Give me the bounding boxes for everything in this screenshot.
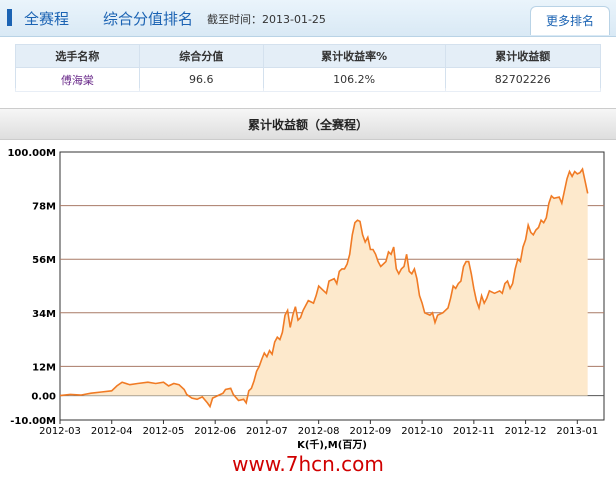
profit-chart: -10.00M0.0012M34M56M78M100.00M2012-03 201… — [7, 148, 605, 451]
x-tick-label: 2012-10 — [401, 426, 443, 437]
x-tick-label: 2013-01 — [556, 426, 598, 437]
x-tick-label: 2012-03 — [39, 426, 81, 437]
x-tick-label: 2012-08 — [298, 426, 340, 437]
y-tick-label: 12M — [32, 362, 56, 373]
x-tick-label: 2012-05 — [143, 426, 185, 437]
y-tick-label: 78M — [32, 202, 56, 213]
x-tick-label: 2012-12 — [505, 426, 547, 437]
x-axis-label: K(千),M(百万) — [297, 438, 367, 451]
x-tick-label: 2012-11 — [453, 426, 495, 437]
x-tick-label: 2012-09 — [349, 426, 391, 437]
y-tick-label: 56M — [32, 255, 56, 266]
y-tick-label: 100.00M — [7, 148, 56, 159]
y-tick-label: 0.00 — [31, 392, 56, 403]
x-tick-label: 2012-07 — [246, 426, 288, 437]
x-tick-label: 2012-04 — [91, 426, 133, 437]
x-tick-label: 2012-06 — [194, 426, 236, 437]
watermark-text: www.7hcn.com — [232, 452, 384, 476]
y-tick-label: 34M — [32, 309, 56, 320]
